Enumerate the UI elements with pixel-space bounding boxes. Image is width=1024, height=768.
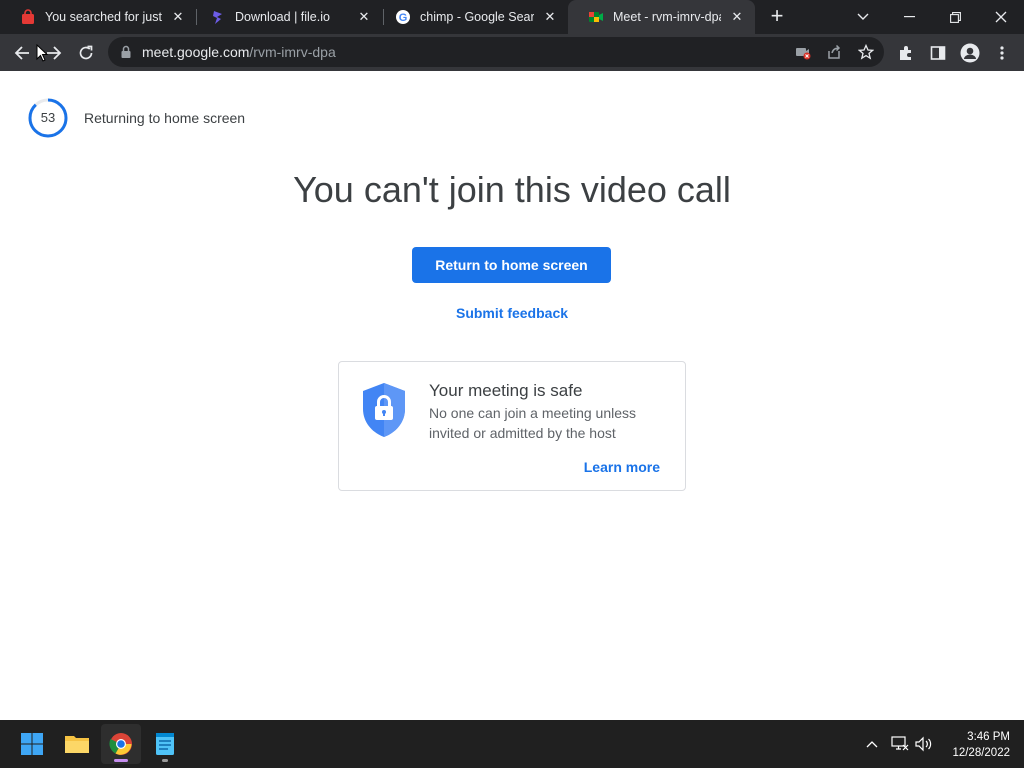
address-bar[interactable]: meet.google.com/rvm-imrv-dpa <box>108 37 884 67</box>
share-button[interactable] <box>822 40 846 64</box>
start-button[interactable] <box>12 724 52 764</box>
safe-card-description: No one can join a meeting unless invited… <box>429 405 637 441</box>
learn-more-link[interactable]: Learn more <box>584 459 660 475</box>
meet-page: 53 Returning to home screen You can't jo… <box>0 71 1024 720</box>
reload-icon <box>79 45 93 60</box>
chrome-taskbar-button[interactable] <box>101 724 141 764</box>
tab-3-active[interactable]: Meet - rvm-imrv-dpa ✕ <box>568 0 755 34</box>
folder-icon <box>65 736 89 753</box>
tab-title: Meet - rvm-imrv-dpa <box>613 10 721 24</box>
fileio-icon <box>210 9 226 25</box>
tab-title: Download | file.io <box>235 10 330 24</box>
returning-label: Returning to home screen <box>84 110 246 126</box>
close-tab-icon[interactable]: ✕ <box>729 9 745 25</box>
close-window-button[interactable] <box>978 0 1024 34</box>
lock-icon[interactable] <box>118 44 134 60</box>
show-hidden-icons-button[interactable] <box>862 734 882 754</box>
star-icon <box>858 44 874 60</box>
back-button[interactable] <box>10 41 34 65</box>
close-tab-icon[interactable]: ✕ <box>170 9 186 25</box>
submit-feedback-text[interactable]: Submit feedback <box>456 305 568 321</box>
meet-icon <box>588 9 604 25</box>
windows-logo-icon <box>21 733 43 755</box>
bookmark-button[interactable] <box>854 40 878 64</box>
tab-0[interactable]: You searched for just sl ✕ <box>0 0 196 34</box>
tab-strip: You searched for just sl ✕ Download | fi… <box>0 0 1024 34</box>
camera-blocked-icon <box>796 48 811 60</box>
file-explorer-button[interactable] <box>57 724 97 764</box>
network-button[interactable] <box>890 734 910 754</box>
clock-date: 12/28/2022 <box>952 747 1010 759</box>
new-tab-button[interactable]: + <box>766 5 788 28</box>
reload-button[interactable] <box>74 41 98 65</box>
countdown-number: 53 <box>40 110 56 125</box>
notepad-icon <box>156 733 174 755</box>
safe-card-title: Your meeting is safe <box>429 381 583 400</box>
meeting-safe-card: Your meeting is safe No one can join a m… <box>338 361 686 491</box>
avatar-icon <box>960 43 980 63</box>
minimize-button[interactable] <box>886 0 932 34</box>
speaker-icon <box>915 736 932 752</box>
extensions-button[interactable] <box>894 41 918 65</box>
tab-2[interactable]: G chimp - Google Search ✕ <box>375 0 568 34</box>
close-tab-icon[interactable]: ✕ <box>356 9 372 25</box>
url-domain: meet.google.com <box>142 44 250 60</box>
network-icon <box>891 736 909 751</box>
tab-search-button[interactable] <box>840 0 886 34</box>
return-home-button[interactable]: Return to home screen <box>412 247 611 283</box>
close-tab-icon[interactable]: ✕ <box>542 9 558 25</box>
close-icon <box>995 11 1007 23</box>
tab-1[interactable]: Download | file.io ✕ <box>190 0 382 34</box>
windows-taskbar: 3:46 PM 12/28/2022 <box>0 720 1024 768</box>
share-icon <box>828 44 841 59</box>
system-clock[interactable]: 3:46 PM 12/28/2022 <box>952 729 1010 761</box>
svg-text:G: G <box>399 12 408 24</box>
minimize-icon <box>903 16 915 18</box>
arrow-left-icon <box>14 46 29 60</box>
shield-lock-icon <box>363 383 405 437</box>
tab-title: You searched for just sl <box>45 10 162 24</box>
browser-toolbar: meet.google.com/rvm-imrv-dpa <box>0 34 1024 71</box>
chevron-up-icon <box>866 741 878 748</box>
tab-title: chimp - Google Search <box>420 10 534 24</box>
volume-button[interactable] <box>914 734 934 754</box>
arrow-right-icon <box>47 46 62 60</box>
clock-time: 3:46 PM <box>967 731 1010 743</box>
url-path: /rvm-imrv-dpa <box>249 44 336 60</box>
red-bag-icon <box>20 9 36 25</box>
side-panel-button[interactable] <box>926 41 950 65</box>
mouse-cursor-icon <box>36 44 48 62</box>
notepad-taskbar-button[interactable] <box>145 724 185 764</box>
restore-button[interactable] <box>932 0 978 34</box>
menu-button[interactable] <box>990 41 1014 65</box>
google-icon: G <box>395 9 411 25</box>
page-title: You can't join this video call <box>293 169 731 210</box>
chrome-icon <box>109 733 132 755</box>
chevron-down-icon <box>857 13 869 20</box>
camera-blocked-button[interactable] <box>791 40 815 64</box>
puzzle-icon <box>900 46 911 60</box>
restore-icon <box>949 11 961 23</box>
running-indicator <box>162 759 168 762</box>
side-panel-icon <box>930 46 946 60</box>
profile-button[interactable] <box>958 41 982 65</box>
submit-feedback-link: Submit feedback <box>0 305 1024 321</box>
kebab-menu-icon <box>1000 46 1004 60</box>
url-text: meet.google.com/rvm-imrv-dpa <box>142 44 336 60</box>
active-indicator <box>114 759 128 762</box>
